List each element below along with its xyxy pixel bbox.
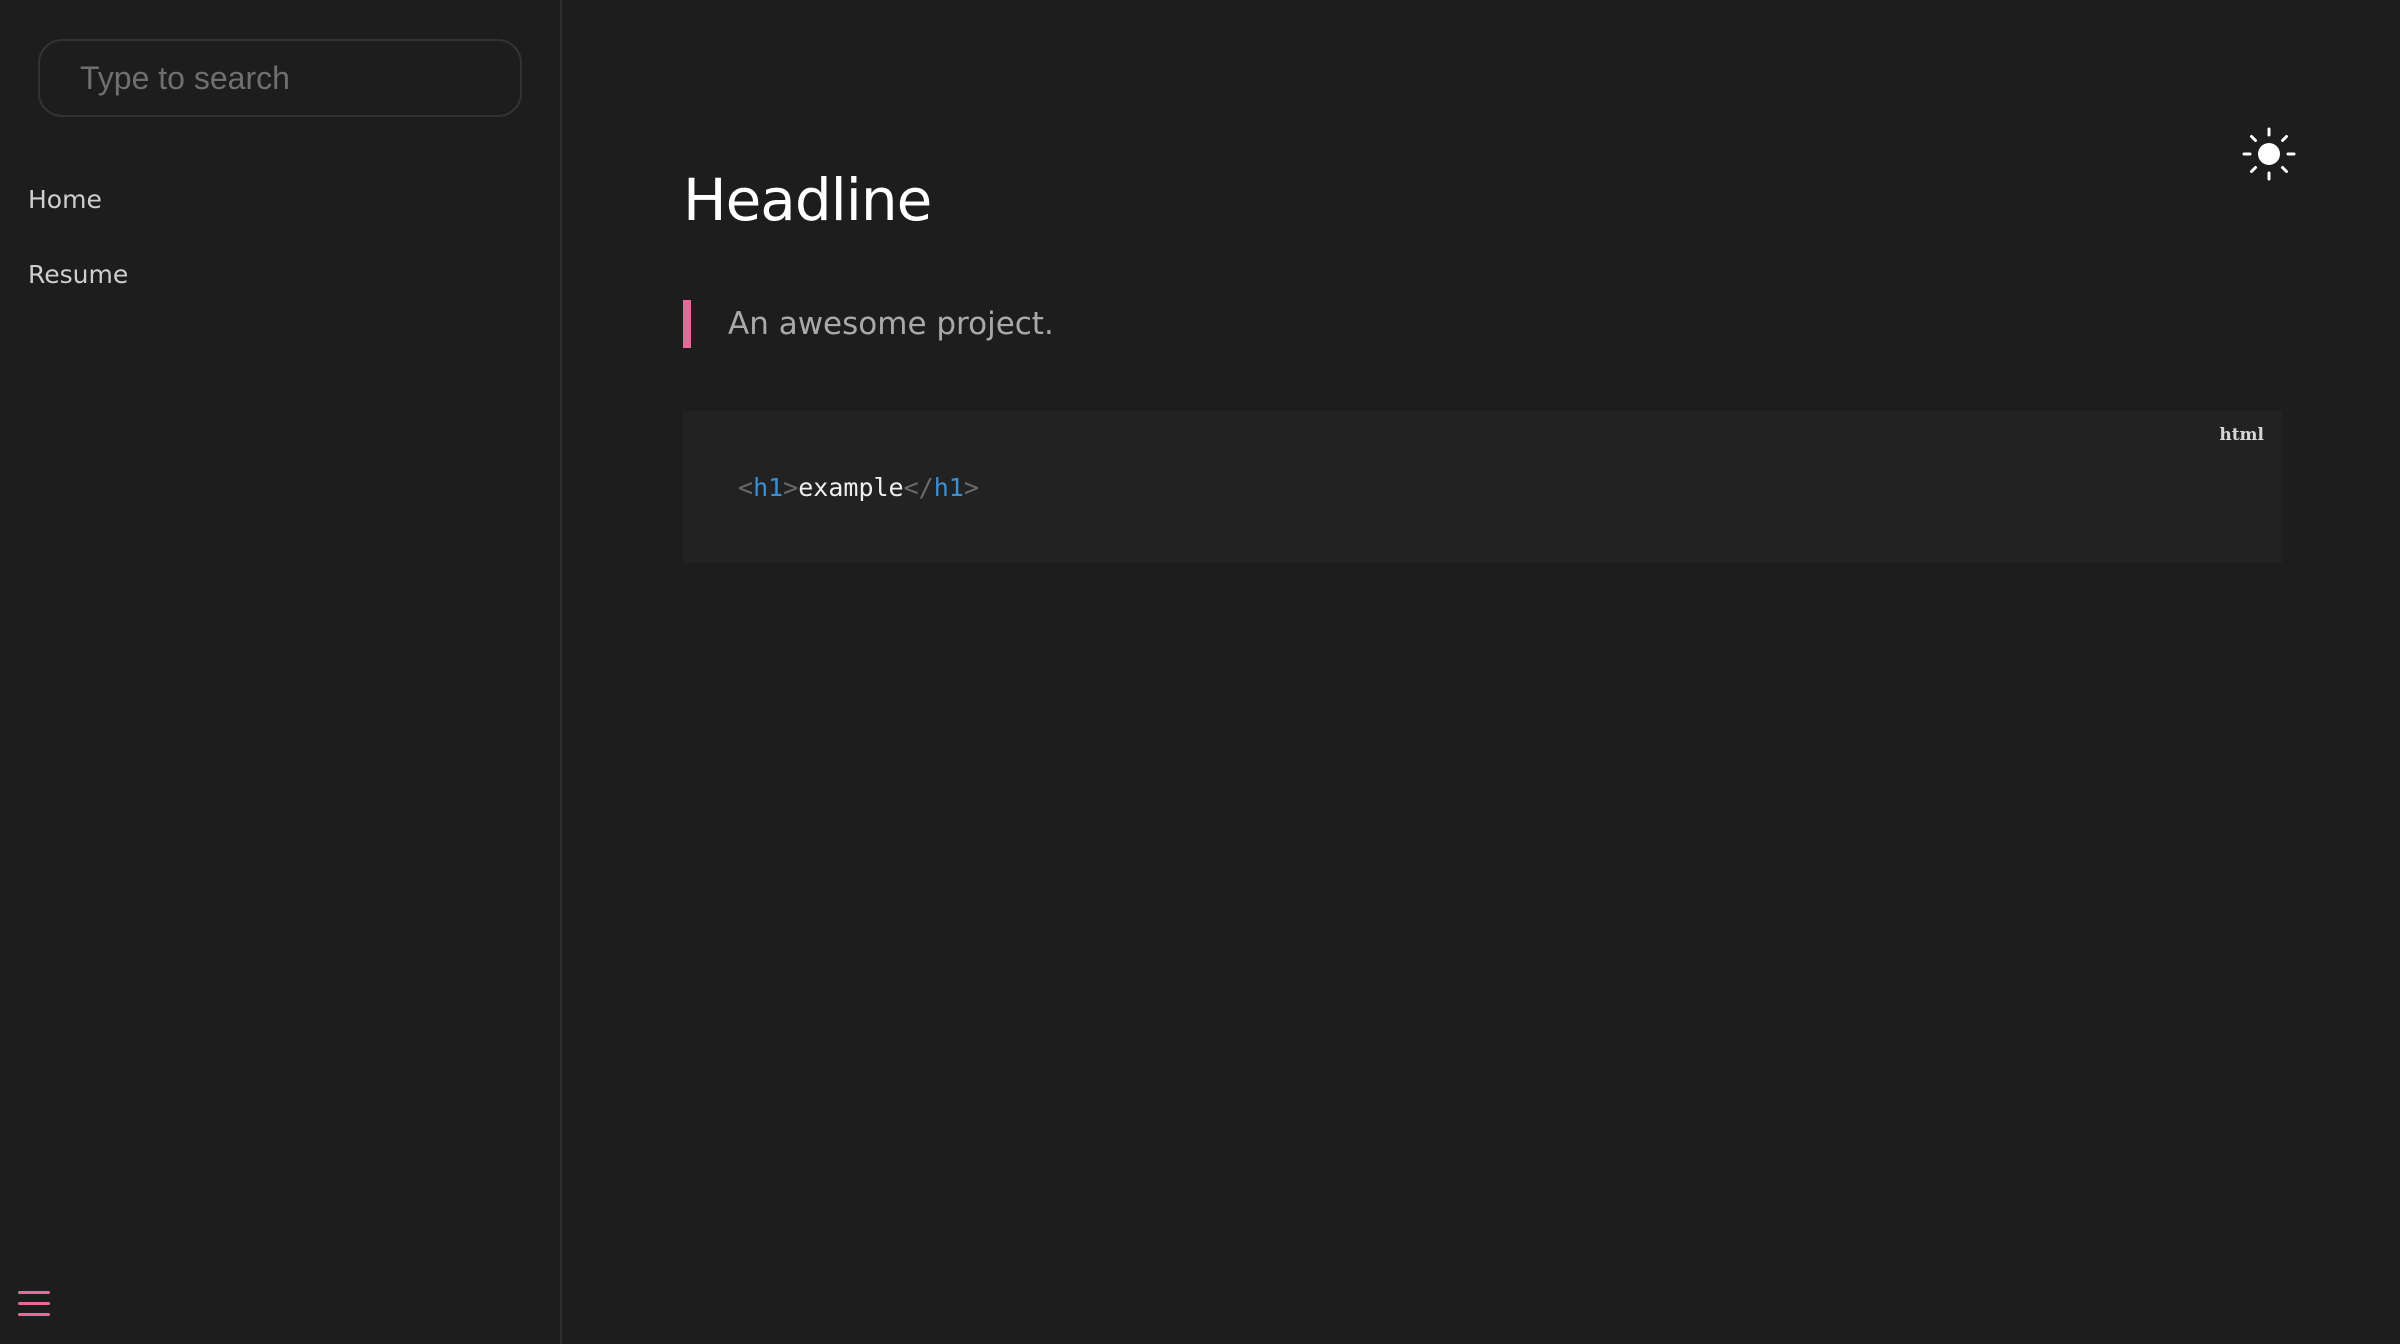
code-token-punct: >: [963, 473, 979, 502]
search-box: [38, 39, 522, 117]
code-language-label: html: [2219, 425, 2264, 445]
page-title: Headline: [683, 166, 932, 234]
sidebar-item-resume: Resume: [28, 250, 128, 325]
nav-link-resume[interactable]: Resume: [28, 260, 128, 289]
sidebar: Home Resume: [0, 0, 562, 1344]
code-block: html <h1>example</h1>: [683, 411, 2282, 563]
code-token-punct: >: [783, 473, 799, 502]
sidebar-item-home: Home: [28, 175, 128, 250]
hamburger-icon[interactable]: [18, 1289, 50, 1319]
code-line: <h1>example</h1>: [738, 473, 979, 502]
code-token-tag: h1: [933, 473, 964, 502]
code-token-punct: <: [738, 473, 754, 502]
nav-link-home[interactable]: Home: [28, 185, 102, 214]
code-token-tag: h1: [753, 473, 784, 502]
docs-app: Home Resume: [0, 0, 2400, 1344]
blockquote: An awesome project.: [683, 300, 2283, 348]
sidebar-nav: Home Resume: [28, 175, 128, 325]
code-token-text: example: [798, 473, 904, 502]
main-content: Headline An awesome project. html <h1>ex…: [563, 0, 2400, 1344]
search-input[interactable]: [38, 39, 522, 117]
code-token-punct: </: [903, 473, 934, 502]
blockquote-text: An awesome project.: [728, 306, 1054, 342]
article: Headline An awesome project. html <h1>ex…: [683, 150, 2283, 563]
